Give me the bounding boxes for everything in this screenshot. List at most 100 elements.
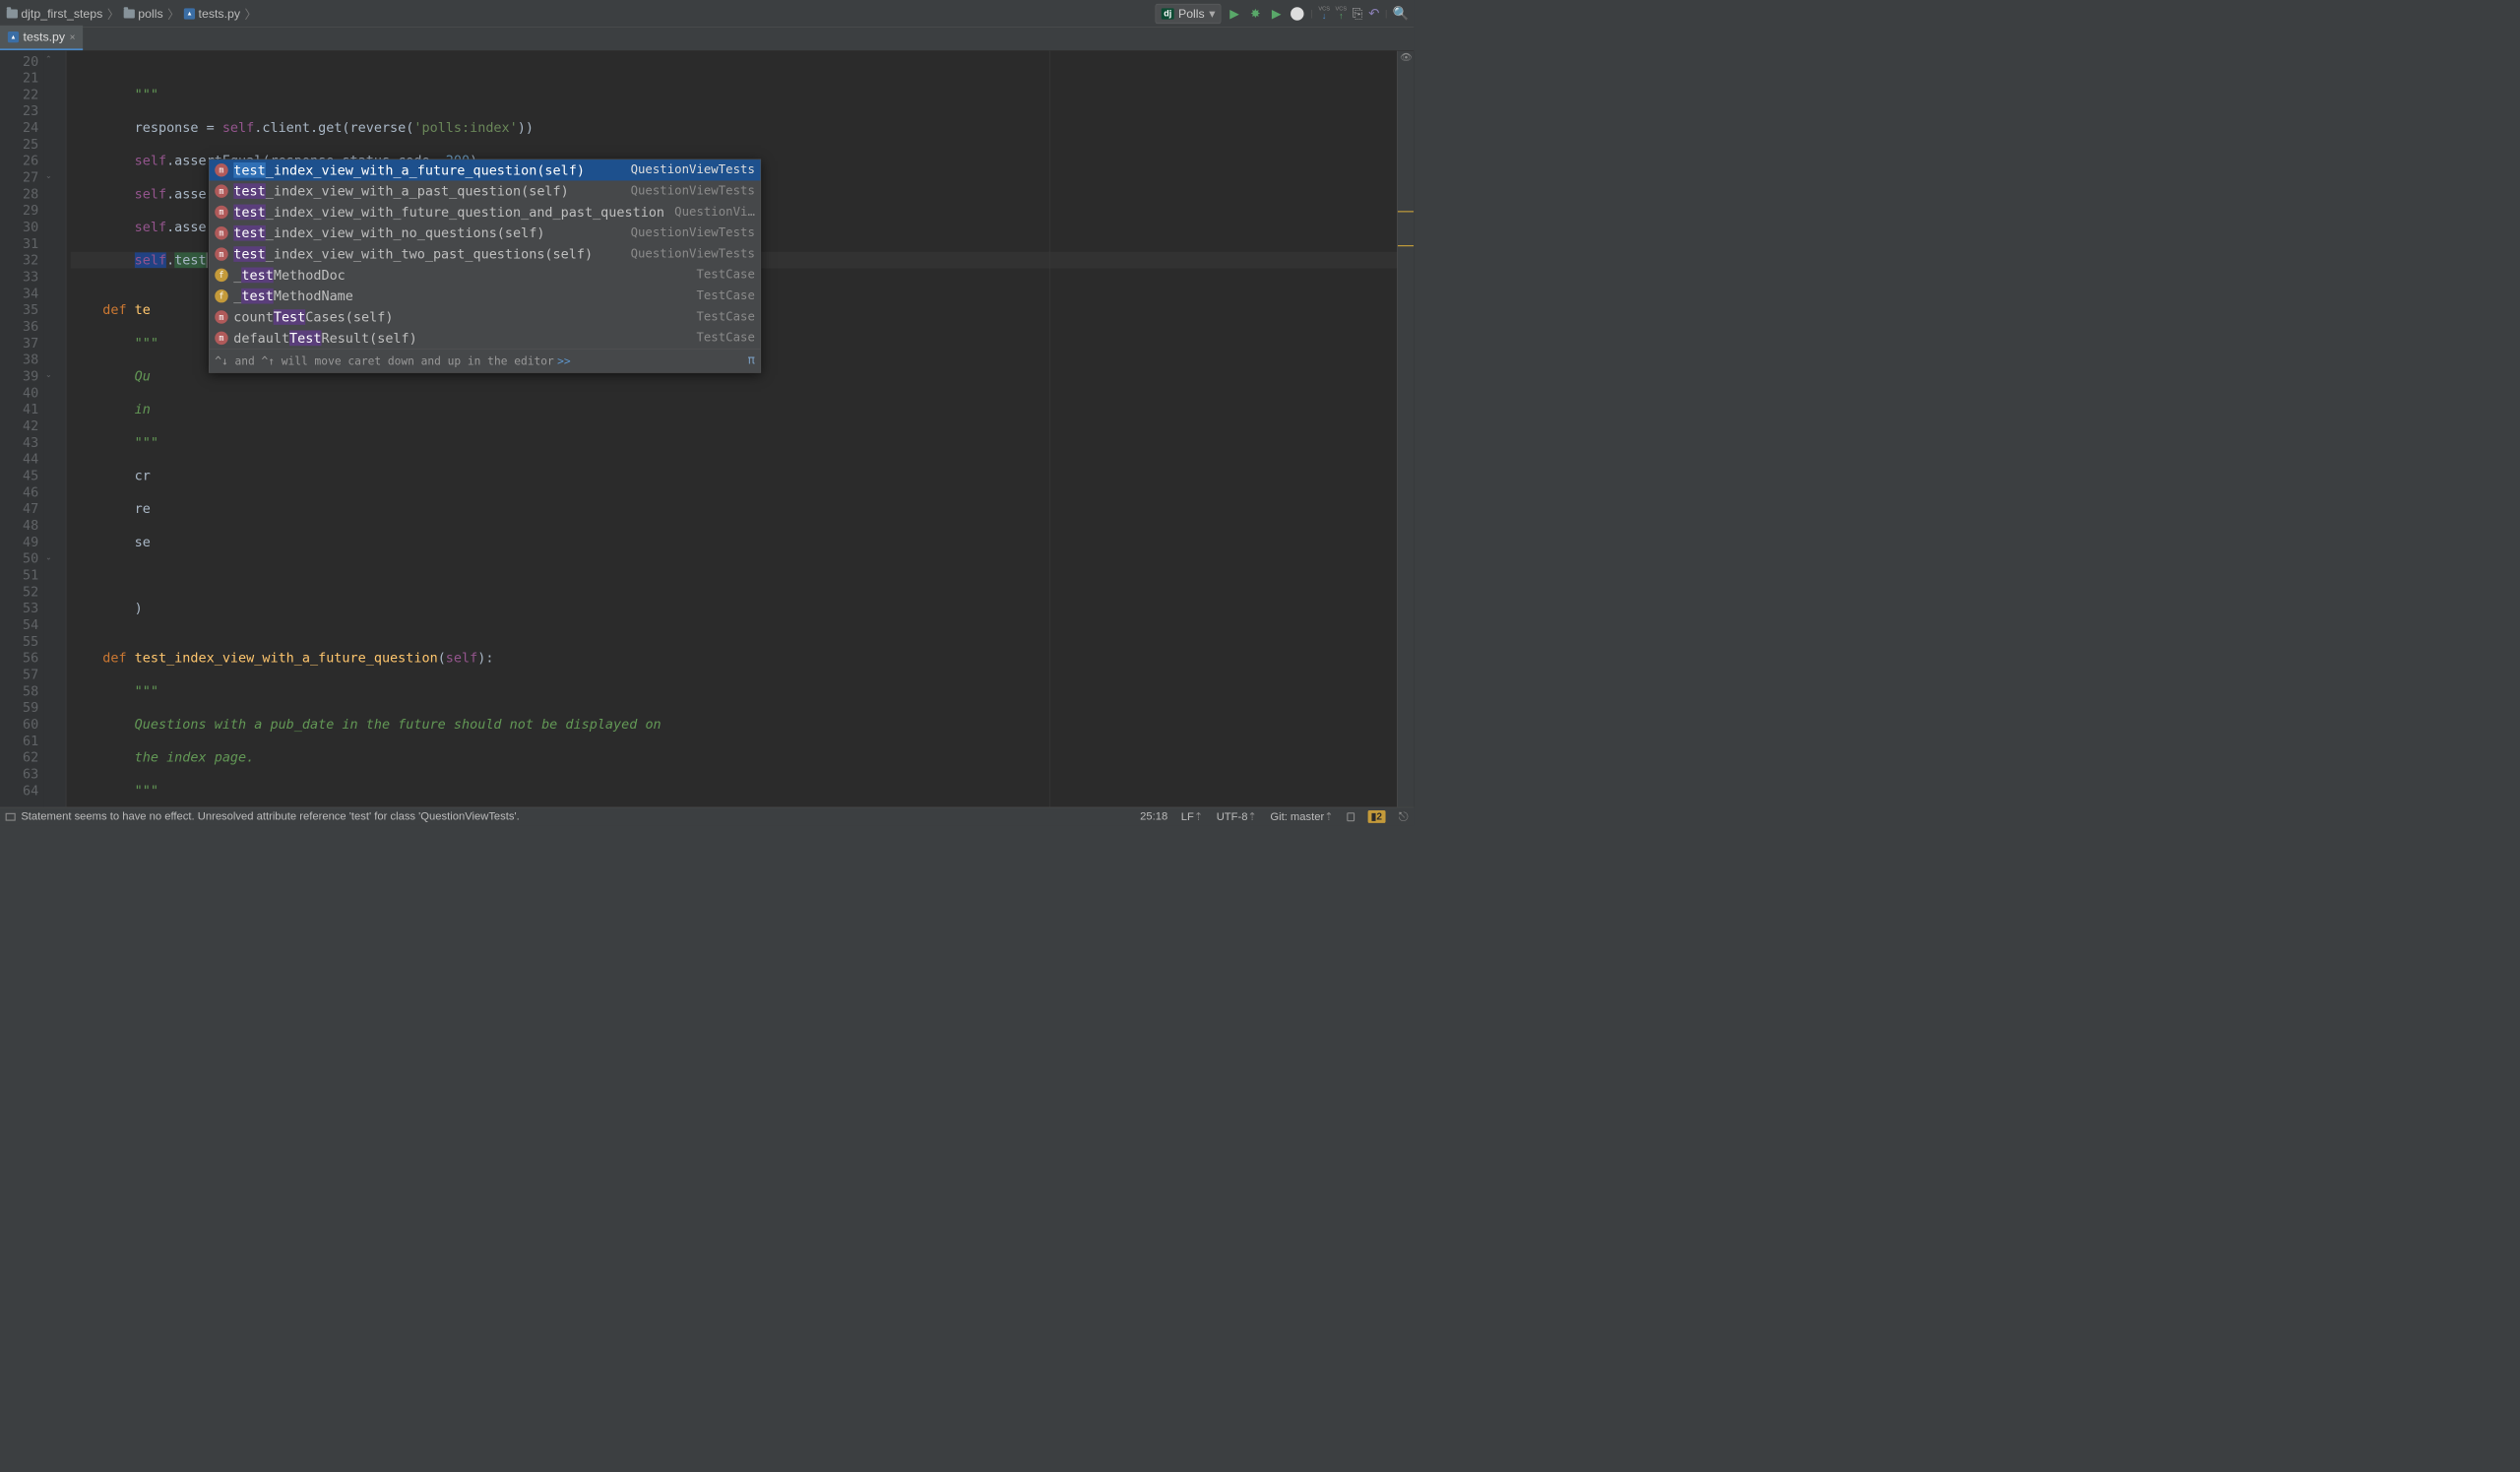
completion-item[interactable]: mtest_index_view_with_future_question_an… <box>210 202 761 223</box>
line-number[interactable]: 60 <box>0 716 38 733</box>
completion-item[interactable]: f_testMethodDocTestCase <box>210 265 761 286</box>
completion-item[interactable]: mtest_index_view_with_a_future_question(… <box>210 160 761 180</box>
line-number[interactable]: 45 <box>0 468 38 484</box>
event-log-badge[interactable]: ▮2 <box>1367 810 1385 823</box>
line-number[interactable]: 29 <box>0 202 38 219</box>
line-number[interactable]: 50 <box>0 550 38 567</box>
breadcrumb-item-file[interactable]: ▲ tests.py <box>182 5 243 22</box>
line-number[interactable]: 63 <box>0 766 38 783</box>
line-number[interactable]: 39 <box>0 368 38 385</box>
breadcrumb[interactable]: djtp_first_steps 〉 polls 〉 ▲ tests.py 〉 <box>4 5 256 23</box>
line-number[interactable]: 48 <box>0 517 38 534</box>
line-number[interactable]: 25 <box>0 136 38 153</box>
line-number[interactable]: 22 <box>0 87 38 103</box>
breadcrumb-item-folder[interactable]: polls <box>121 5 164 22</box>
line-number[interactable]: 40 <box>0 384 38 401</box>
fold-expand-icon[interactable]: ⌄ <box>45 552 52 562</box>
line-number[interactable]: 32 <box>0 252 38 269</box>
tool-window-toggle-icon[interactable] <box>6 813 16 821</box>
warning-mark[interactable] <box>1398 211 1414 212</box>
method-icon: m <box>215 206 227 219</box>
folder-icon <box>124 9 135 18</box>
cursor-position[interactable]: 25:18 <box>1140 810 1167 823</box>
close-icon[interactable]: × <box>70 32 76 43</box>
sync-button[interactable]: ⎘ <box>1353 6 1363 22</box>
line-number[interactable]: 37 <box>0 335 38 352</box>
line-number[interactable]: 64 <box>0 782 38 799</box>
undo-button[interactable]: ↶ <box>1368 6 1379 22</box>
line-number[interactable]: 31 <box>0 235 38 252</box>
warning-mark[interactable] <box>1398 245 1414 246</box>
line-number[interactable]: 49 <box>0 534 38 550</box>
fold-expand-icon[interactable]: ⌄ <box>45 171 52 181</box>
run-with-coverage-button[interactable]: ▶ <box>1269 6 1285 22</box>
line-number[interactable]: 28 <box>0 185 38 202</box>
line-number[interactable]: 38 <box>0 352 38 368</box>
line-number[interactable]: 26 <box>0 153 38 169</box>
line-number[interactable]: 27 <box>0 169 38 186</box>
code-completion-popup[interactable]: mtest_index_view_with_a_future_question(… <box>209 160 761 373</box>
fold-collapse-icon[interactable]: ⌃ <box>45 54 52 64</box>
line-number[interactable]: 52 <box>0 583 38 600</box>
completion-item[interactable]: m test_index_view_with_a_past_question(se… <box>210 180 761 201</box>
line-number[interactable]: 55 <box>0 633 38 650</box>
line-number[interactable]: 42 <box>0 417 38 434</box>
run-configuration-selector[interactable]: dj Polls ▾ <box>1156 4 1222 24</box>
line-number[interactable]: 41 <box>0 401 38 417</box>
line-number[interactable]: 44 <box>0 451 38 468</box>
line-number[interactable]: 24 <box>0 119 38 136</box>
tab-tests-py[interactable]: ▲ tests.py × <box>0 26 83 50</box>
git-branch-widget[interactable]: Git: master⇡ <box>1270 809 1333 823</box>
line-number[interactable]: 47 <box>0 500 38 517</box>
pi-icon[interactable]: π <box>747 352 754 369</box>
completion-more-link[interactable]: >> <box>557 352 571 369</box>
line-number[interactable]: 58 <box>0 682 38 699</box>
line-number[interactable]: 36 <box>0 318 38 335</box>
line-number[interactable]: 20 <box>0 53 38 70</box>
line-number[interactable]: 33 <box>0 269 38 286</box>
code-area[interactable]: """ response = self.client.get(reverse('… <box>66 51 1397 807</box>
line-number[interactable]: 62 <box>0 749 38 766</box>
line-number[interactable]: 59 <box>0 699 38 716</box>
line-number[interactable]: 61 <box>0 733 38 749</box>
readonly-toggle-icon[interactable] <box>1347 812 1354 821</box>
completion-item[interactable]: f_testMethodNameTestCase <box>210 286 761 306</box>
method-icon: m <box>215 310 227 323</box>
inspection-indicator-icon[interactable]: 👁 <box>1400 52 1413 64</box>
run-button[interactable]: ▶ <box>1227 6 1242 22</box>
line-number[interactable]: 54 <box>0 616 38 633</box>
line-number[interactable]: 21 <box>0 70 38 87</box>
line-number[interactable]: 53 <box>0 600 38 616</box>
code-editor[interactable]: 2021222324252627282930313233343536373839… <box>0 51 1414 807</box>
line-number[interactable]: 23 <box>0 102 38 119</box>
line-number[interactable]: 35 <box>0 301 38 318</box>
completion-item[interactable]: mdefaultTestResult(self)TestCase <box>210 328 761 349</box>
line-number[interactable]: 57 <box>0 667 38 683</box>
completion-item[interactable]: mtest_index_view_with_two_past_questions… <box>210 243 761 264</box>
profile-button[interactable] <box>1290 6 1305 22</box>
debug-button[interactable]: ✸ <box>1248 6 1264 22</box>
method-icon: m <box>215 184 227 197</box>
encoding-widget[interactable]: UTF-8⇡ <box>1217 809 1257 823</box>
line-number[interactable]: 43 <box>0 434 38 451</box>
line-separator-widget[interactable]: LF⇡ <box>1181 809 1204 823</box>
line-number[interactable]: 46 <box>0 483 38 500</box>
memory-indicator-icon[interactable]: ⎋ <box>1399 809 1409 824</box>
vcs-update-button[interactable]: VCS ↓ <box>1318 6 1330 21</box>
line-number[interactable]: 51 <box>0 567 38 584</box>
fold-expand-icon[interactable]: ⌄ <box>45 370 52 380</box>
completion-location: TestCase <box>696 330 754 347</box>
fold-gutter[interactable]: ⌃ ⌄ ⌄ ⌄ <box>44 51 66 807</box>
search-everywhere-button[interactable]: 🔍 <box>1393 6 1410 22</box>
completion-item[interactable]: mtest_index_view_with_no_questions(self)… <box>210 223 761 243</box>
error-stripe[interactable]: 👁 <box>1397 51 1414 807</box>
line-number-gutter[interactable]: 2021222324252627282930313233343536373839… <box>0 51 44 807</box>
line-number[interactable]: 34 <box>0 285 38 301</box>
method-icon: m <box>215 332 227 345</box>
breadcrumb-item-project[interactable]: djtp_first_steps <box>4 5 104 22</box>
completion-label: test_index_view_with_a_past_question(sel… <box>233 183 625 200</box>
completion-item[interactable]: mcountTestCases(self)TestCase <box>210 306 761 327</box>
line-number[interactable]: 56 <box>0 650 38 667</box>
vcs-commit-button[interactable]: VCS ↑ <box>1336 6 1348 21</box>
line-number[interactable]: 30 <box>0 219 38 235</box>
